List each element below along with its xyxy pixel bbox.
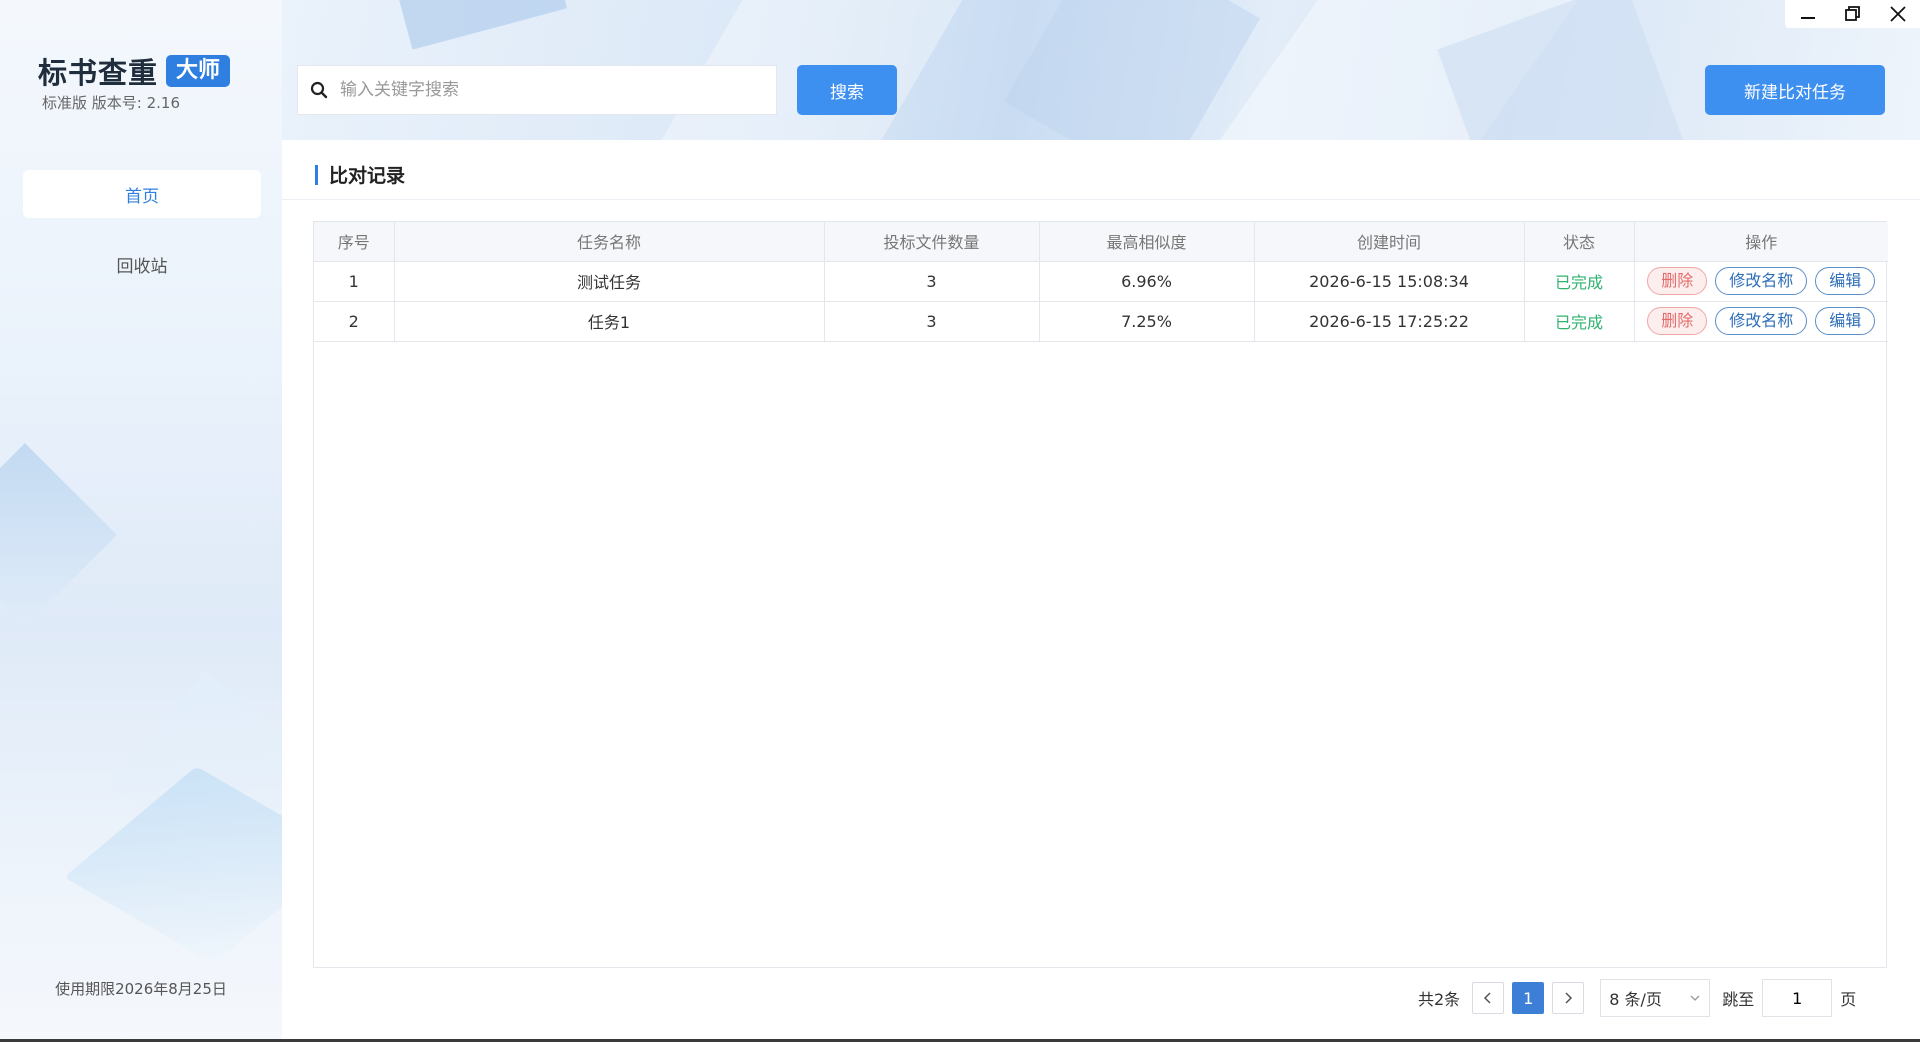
prev-page-button[interactable] [1472, 982, 1505, 1014]
close-icon[interactable] [1875, 0, 1920, 28]
window-controls [1785, 0, 1920, 28]
sidebar: 标书查重 大师 标准版 版本号: 2.16 首页 回收站 使用期限2026年8月… [0, 0, 282, 1042]
minimize-icon[interactable] [1785, 0, 1830, 28]
cell-max-similarity: 6.96% [1039, 261, 1255, 302]
cell-task-name: 任务1 [394, 301, 825, 342]
section-accent-bar [315, 164, 318, 185]
cell-actions: 删除 修改名称 编辑 [1634, 301, 1888, 342]
column-header-task-name[interactable]: 任务名称 [394, 222, 825, 262]
search-icon [298, 81, 340, 99]
search-button[interactable]: 搜索 [797, 65, 897, 115]
page-suffix: 页 [1840, 990, 1857, 1009]
status-badge: 已完成 [1524, 301, 1635, 342]
pagination: 共2条 1 8 条/页 跳至 页 [1418, 979, 1857, 1017]
cell-index: 2 [314, 301, 395, 342]
sidebar-decoration [64, 766, 282, 964]
app-version: 标准版 版本号: 2.16 [42, 94, 180, 112]
search-box [297, 65, 777, 115]
delete-button[interactable]: 删除 [1647, 267, 1708, 295]
sidebar-item-recycle-bin[interactable]: 回收站 [23, 240, 261, 288]
rename-button[interactable]: 修改名称 [1715, 307, 1808, 335]
edit-button[interactable]: 编辑 [1815, 307, 1876, 335]
section-title: 比对记录 [329, 165, 406, 187]
page-size-value: 8 条/页 [1609, 990, 1662, 1009]
license-expiry: 使用期限2026年8月25日 [55, 980, 227, 998]
table-header-row: 序号 任务名称 投标文件数量 最高相似度 创建时间 状态 操作 [314, 222, 1888, 262]
cell-file-count: 3 [824, 261, 1040, 302]
app-badge: 大师 [166, 55, 231, 87]
page-size-select[interactable]: 8 条/页 [1600, 979, 1711, 1017]
sidebar-decoration [0, 443, 117, 627]
edit-button[interactable]: 编辑 [1815, 267, 1876, 295]
rename-button[interactable]: 修改名称 [1715, 267, 1808, 295]
chevron-left-icon [1482, 989, 1494, 1008]
jump-page-input[interactable] [1762, 979, 1833, 1017]
section-header: 比对记录 [282, 150, 1920, 200]
records-table: 序号 任务名称 投标文件数量 最高相似度 创建时间 状态 操作 1 测试任务 3… [313, 221, 1888, 968]
search-input[interactable] [340, 66, 776, 114]
sidebar-item-home[interactable]: 首页 [23, 170, 261, 218]
restore-icon[interactable] [1830, 0, 1875, 28]
cell-file-count: 3 [824, 301, 1040, 342]
column-header-max-similarity[interactable]: 最高相似度 [1039, 222, 1255, 262]
column-header-actions: 操作 [1634, 222, 1888, 262]
column-header-status[interactable]: 状态 [1524, 222, 1635, 262]
app-brand: 标书查重 大师 [38, 50, 231, 92]
jump-label: 跳至 [1722, 990, 1755, 1009]
column-header-file-count[interactable]: 投标文件数量 [824, 222, 1040, 262]
cell-task-name: 测试任务 [394, 261, 825, 302]
chevron-right-icon [1562, 989, 1574, 1008]
table-row[interactable]: 2 任务1 3 7.25% 2026-6-15 17:25:22 已完成 删除 … [314, 301, 1888, 342]
table-row[interactable]: 1 测试任务 3 6.96% 2026-6-15 15:08:34 已完成 删除… [314, 261, 1888, 302]
page-number-button[interactable]: 1 [1512, 982, 1545, 1014]
pagination-total: 共2条 [1418, 990, 1461, 1009]
sidebar-item-label: 首页 [125, 186, 159, 207]
delete-button[interactable]: 删除 [1647, 307, 1708, 335]
cell-max-similarity: 7.25% [1039, 301, 1255, 342]
chevron-down-icon [1689, 989, 1701, 1008]
sidebar-item-label: 回收站 [116, 256, 168, 277]
next-page-button[interactable] [1552, 982, 1585, 1014]
column-header-index[interactable]: 序号 [314, 222, 395, 262]
column-header-created-time[interactable]: 创建时间 [1254, 222, 1525, 262]
cell-index: 1 [314, 261, 395, 302]
new-comparison-task-button[interactable]: 新建比对任务 [1705, 65, 1885, 115]
cell-created-time: 2026-6-15 15:08:34 [1254, 261, 1525, 302]
app-title: 标书查重 [38, 56, 159, 90]
cell-created-time: 2026-6-15 17:25:22 [1254, 301, 1525, 342]
status-badge: 已完成 [1524, 261, 1635, 302]
cell-actions: 删除 修改名称 编辑 [1634, 261, 1888, 302]
